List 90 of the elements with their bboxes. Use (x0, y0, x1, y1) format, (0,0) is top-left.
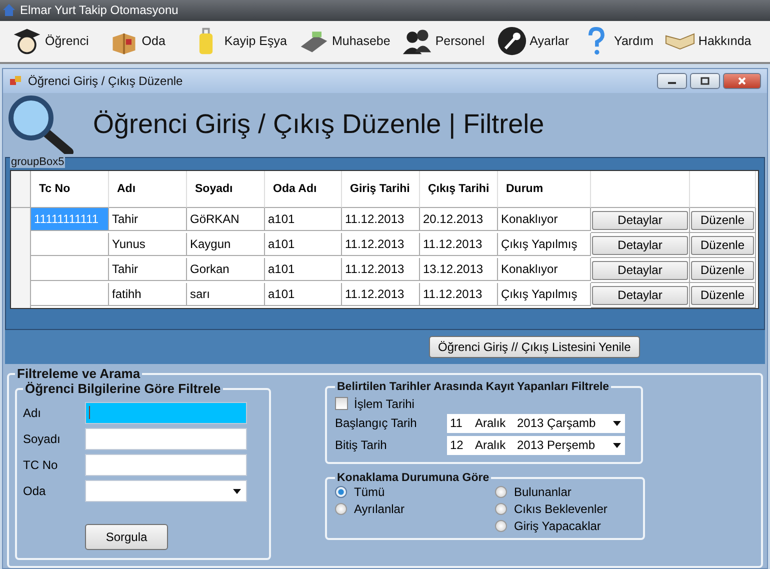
radio-button[interactable]: Giriş Yapacaklar (495, 518, 635, 534)
field-label: TC No (23, 458, 59, 472)
section-title: Filtreleme ve Arama (16, 366, 142, 381)
group-title: Konaklama Durumuna Göre (336, 472, 490, 484)
group-title: Belirtilen Tarihler Arasında Kayıt Yapanları Filtrele (336, 381, 610, 393)
column-header[interactable]: Durum (498, 171, 591, 208)
table-cell: 11.12.2013 (342, 258, 420, 281)
caret-icon (613, 420, 621, 426)
toolbar-button[interactable]: Oda (102, 21, 172, 62)
table-cell: 11111111111 (31, 208, 109, 231)
house-icon (2, 3, 16, 18)
dropdown-field[interactable] (85, 480, 247, 502)
maximize-icon (700, 76, 710, 86)
field-label: Başlangıç Tarih (335, 416, 418, 430)
table-cell: Yunus (109, 233, 187, 256)
row-header[interactable] (11, 283, 31, 308)
wrench-icon (496, 26, 527, 56)
table-cell: Tahir (109, 208, 187, 231)
table-cell: a101 (265, 208, 342, 231)
column-header[interactable]: Soyadı (187, 171, 265, 208)
table-cell: 20.12.2013 (420, 208, 498, 231)
grid-button[interactable]: Düzenle (691, 210, 754, 230)
table-cell: 11.12.2013 (342, 283, 420, 306)
minimize-button[interactable] (657, 73, 687, 89)
group-title: groupBox5 (10, 157, 66, 168)
toolbar-button[interactable]: Personel (396, 21, 491, 62)
table-cell: 11.12.2013 (420, 283, 498, 306)
table-cell: Gorkan (187, 258, 265, 281)
table-cell: a101 (265, 283, 342, 306)
grid-button[interactable]: Detaylar (592, 286, 688, 304)
table-cell: sarı (187, 283, 265, 306)
grid-button[interactable]: Detaylar (592, 236, 688, 254)
table-cell: Konaklıyor (498, 208, 591, 231)
grid-button[interactable]: Detaylar (592, 260, 688, 280)
input-field[interactable] (85, 402, 247, 424)
maximize-button[interactable] (690, 73, 720, 89)
radio-button[interactable]: Bulunanlar (495, 484, 635, 500)
date-picker[interactable]: 12 Aralık 2013 Perşemb (447, 436, 625, 454)
group-title: Öğrenci Bilgilerine Göre Filtrele (24, 381, 222, 396)
toolbar-button[interactable]: Hakkında (659, 21, 758, 62)
table-cell: Konaklıyor (498, 258, 591, 281)
caret-icon (233, 488, 241, 494)
column-header[interactable]: Adı (109, 171, 187, 208)
table-cell: 11.12.2013 (342, 208, 420, 231)
date-picker[interactable]: 11 Aralık 2013 Çarşamb (447, 414, 625, 432)
radio-button[interactable]: Tümü (335, 484, 495, 500)
toolbar-button[interactable]: Öğrenci (6, 21, 95, 62)
refresh-button[interactable]: Öğrenci Giriş // Çıkış Listesini Yenile (429, 336, 640, 358)
radio-button[interactable]: Cıkıs Beklevenler (495, 501, 635, 517)
table-cell: 11.12.2013 (342, 233, 420, 256)
page-heading: Öğrenci Giriş / Çıkış Düzenle | Filtrele (93, 108, 544, 140)
column-header[interactable]: Oda Adı (265, 171, 342, 208)
field-label: Oda (23, 484, 47, 498)
caret-icon (613, 442, 621, 448)
grid-button[interactable]: Düzenle (691, 260, 754, 280)
toolbar-button[interactable]: Ayarlar (490, 21, 576, 62)
table-cell: GöRKAN (187, 208, 265, 231)
field-label: Adı (23, 406, 42, 420)
table-cell: Çıkış Yapılmış (498, 233, 591, 256)
toolbar-button[interactable]: Muhasebe (292, 21, 396, 62)
window-icon (9, 74, 23, 88)
query-button[interactable]: Sorgula (85, 524, 168, 550)
table-cell: 13.12.2013 (420, 258, 498, 281)
close-icon (737, 76, 747, 86)
checkbox[interactable]: İşlem Tarihi (335, 395, 633, 412)
table-cell: Tahir (109, 258, 187, 281)
input-field[interactable] (85, 454, 247, 476)
column-header[interactable]: Çıkış Tarihi (420, 171, 498, 208)
table-cell: Kaygun (187, 233, 265, 256)
field-label: Soyadı (23, 432, 62, 446)
table-cell: 11.12.2013 (420, 233, 498, 256)
grid-button[interactable]: Düzenle (691, 286, 754, 304)
table-cell: a101 (265, 258, 342, 281)
table-cell: Çıkış Yapılmış (498, 283, 591, 306)
table-cell: fatihh (109, 283, 187, 306)
book-icon (665, 32, 696, 50)
column-header[interactable]: Giriş Tarihi (342, 171, 420, 208)
toolbar-button[interactable]: Kayip Eşya (185, 21, 293, 62)
child-window-title: Öğrenci Giriş / Çıkış Düzenle (28, 74, 183, 88)
field-label: Bitiş Tarih (335, 438, 388, 452)
row-header[interactable] (11, 208, 31, 233)
radio-button[interactable]: Ayrılanlar (335, 501, 495, 517)
table-cell: a101 (265, 233, 342, 256)
app-title: Elmar Yurt Takip Otomasyonu (20, 3, 178, 18)
grid-button[interactable]: Detaylar (592, 210, 688, 230)
input-field[interactable] (85, 428, 247, 450)
grid-button[interactable]: Düzenle (691, 236, 754, 254)
close-button[interactable] (723, 73, 761, 89)
graduate-icon (12, 26, 42, 56)
toolbar-button[interactable]: Yardım (575, 21, 660, 62)
